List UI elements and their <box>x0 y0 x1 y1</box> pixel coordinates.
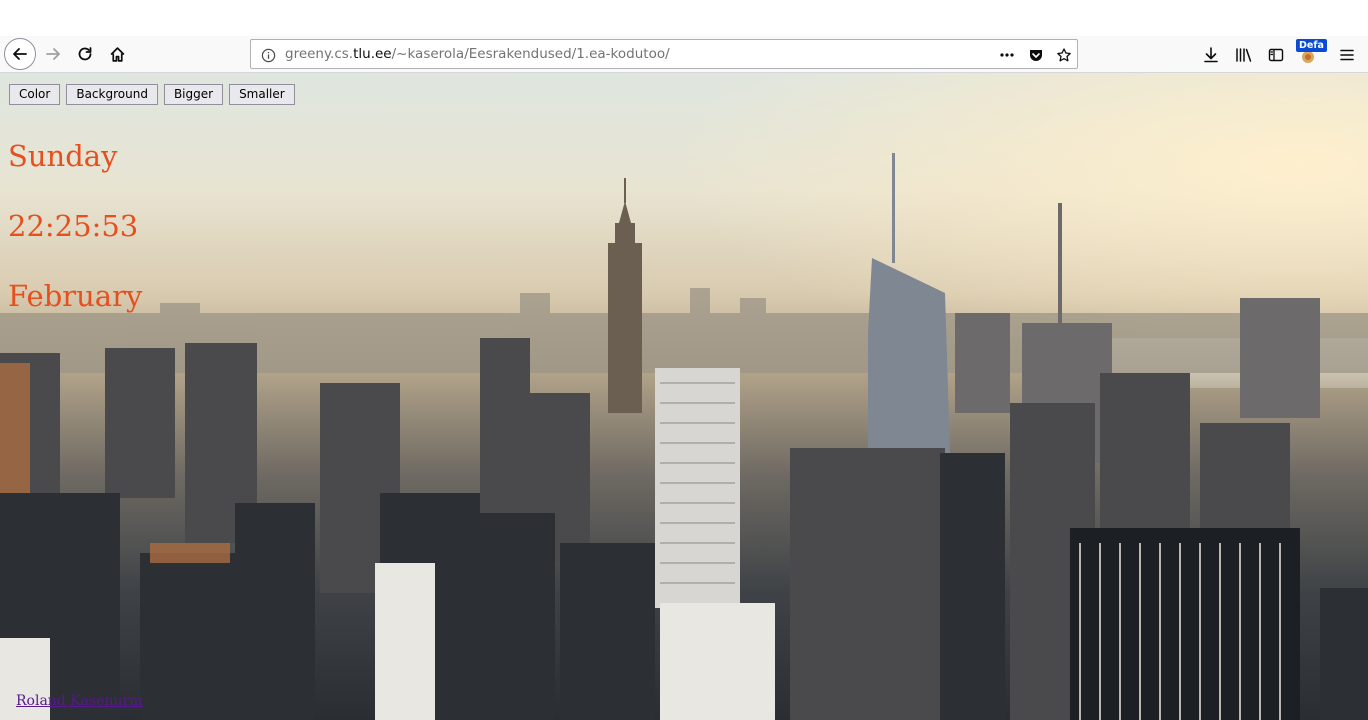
url-text[interactable]: greeny.cs.tlu.ee/~kaserola/Eesrakendused… <box>285 46 670 62</box>
month-display: February <box>8 279 143 313</box>
page-actions-icon[interactable] <box>999 47 1015 63</box>
info-icon[interactable] <box>260 47 276 63</box>
day-display: Sunday <box>8 139 118 173</box>
star-icon[interactable] <box>1056 47 1072 63</box>
url-path: /~kaserola/Eesrakendused/1.ea-kodutoo/ <box>391 46 670 62</box>
extension-badge: Defa <box>1296 39 1327 52</box>
home-button[interactable] <box>102 39 132 69</box>
clock-display: 22:25:53 <box>8 209 139 243</box>
browser-toolbar: greeny.cs.tlu.ee/~kaserola/Eesrakendused… <box>0 36 1368 73</box>
forward-arrow-icon <box>46 48 60 60</box>
reload-icon <box>78 47 92 61</box>
smaller-button[interactable]: Smaller <box>229 84 295 105</box>
library-icon[interactable] <box>1234 45 1254 65</box>
page-viewport: Color Background Bigger Smaller Sunday 2… <box>0 73 1368 720</box>
forward-button[interactable] <box>38 39 68 69</box>
reload-button[interactable] <box>70 39 100 69</box>
home-icon <box>110 46 124 62</box>
url-prefix: greeny.cs. <box>285 46 354 62</box>
sidebar-icon[interactable] <box>1266 45 1286 65</box>
author-link[interactable]: Roland Kasenurm <box>16 693 143 709</box>
pocket-icon[interactable] <box>1028 47 1044 63</box>
control-buttons: Color Background Bigger Smaller <box>9 84 295 105</box>
city-skyline-background <box>0 153 1368 720</box>
back-arrow-icon <box>13 48 27 60</box>
download-icon[interactable] <box>1201 45 1221 65</box>
color-button[interactable]: Color <box>9 84 61 105</box>
back-button[interactable] <box>4 38 36 70</box>
window-title-area <box>0 0 1368 36</box>
background-button[interactable]: Background <box>66 84 158 105</box>
hamburger-menu-icon[interactable] <box>1337 45 1357 65</box>
address-bar[interactable]: greeny.cs.tlu.ee/~kaserola/Eesrakendused… <box>250 39 1078 69</box>
bigger-button[interactable]: Bigger <box>163 84 224 105</box>
url-domain: tlu.ee <box>353 46 392 62</box>
